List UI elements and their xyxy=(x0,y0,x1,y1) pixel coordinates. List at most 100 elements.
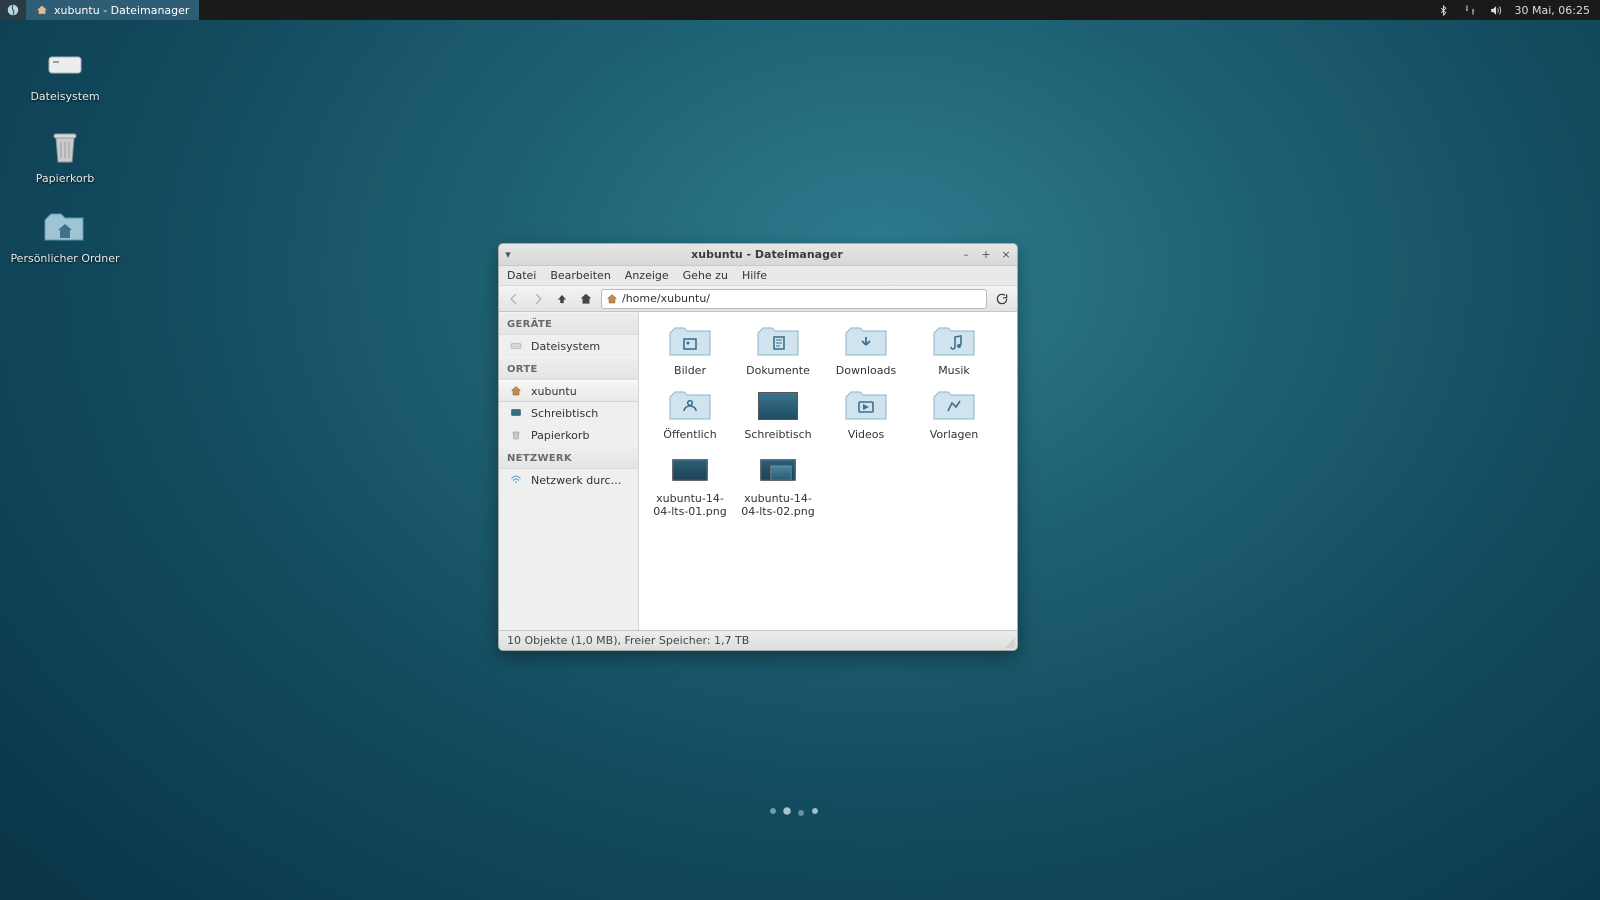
sidebar-item-label: Netzwerk durchsu… xyxy=(531,474,628,487)
desktop-icon-trash[interactable]: Papierkorb xyxy=(10,130,120,185)
bluetooth-icon[interactable] xyxy=(1437,3,1451,17)
volume-icon[interactable] xyxy=(1489,3,1503,17)
arrow-right-icon xyxy=(531,292,545,306)
menu-help[interactable]: Hilfe xyxy=(742,269,767,282)
sidebar-item-xubuntu[interactable]: xubuntu xyxy=(499,380,638,402)
folder-desktop-icon xyxy=(756,388,800,424)
reload-icon xyxy=(995,292,1009,306)
menu-go[interactable]: Gehe zu xyxy=(683,269,728,282)
desktop-icon xyxy=(509,406,523,420)
sidebar-head-places: ORTE xyxy=(499,357,638,380)
back-button[interactable] xyxy=(505,290,523,308)
applications-menu-button[interactable] xyxy=(0,0,26,20)
menu-file[interactable]: Datei xyxy=(507,269,536,282)
window-controls: – + × xyxy=(959,244,1013,265)
file-label: Vorlagen xyxy=(930,428,978,442)
folder-videos[interactable]: Videos xyxy=(823,388,909,442)
file-label: Musik xyxy=(938,364,970,378)
file-label: Öffentlich xyxy=(663,428,716,442)
sidebar-item-filesystem[interactable]: Dateisystem xyxy=(499,335,638,357)
system-tray: 30 Mai, 06:25 xyxy=(1427,0,1600,20)
menubar: Datei Bearbeiten Anzeige Gehe zu Hilfe xyxy=(499,266,1017,286)
icon-grid: Bilder Dokumente Downloads xyxy=(647,324,1009,519)
panel-left: xubuntu - Dateimanager xyxy=(0,0,199,20)
folder-dokumente[interactable]: Dokumente xyxy=(735,324,821,378)
file-label: Dokumente xyxy=(746,364,810,378)
drive-icon xyxy=(509,339,523,353)
titlebar[interactable]: ▾ xubuntu - Dateimanager – + × xyxy=(499,244,1017,266)
file-label: Schreibtisch xyxy=(744,428,811,442)
folder-bilder[interactable]: Bilder xyxy=(647,324,733,378)
sidebar-item-desktop[interactable]: Schreibtisch xyxy=(499,402,638,424)
file-view[interactable]: Bilder Dokumente Downloads xyxy=(639,312,1017,630)
folder-downloads-icon xyxy=(844,324,888,360)
folder-public-icon xyxy=(668,388,712,424)
arrow-left-icon xyxy=(507,292,521,306)
location-bar[interactable]: /home/xubuntu/ xyxy=(601,289,987,309)
sidebar-item-label: Dateisystem xyxy=(531,340,628,353)
resize-grip[interactable] xyxy=(1005,638,1015,648)
sidebar-item-trash[interactable]: Papierkorb xyxy=(499,424,638,446)
file-label: Downloads xyxy=(836,364,896,378)
taskbar-item-file-manager[interactable]: xubuntu - Dateimanager xyxy=(26,0,199,20)
file-screenshot-2[interactable]: xubuntu-14-04-lts-02.png xyxy=(735,452,821,520)
sidebar-head-devices: GERÄTE xyxy=(499,312,638,335)
home-icon xyxy=(36,4,48,16)
file-label: Videos xyxy=(848,428,885,442)
sidebar-item-label: Schreibtisch xyxy=(531,407,628,420)
folder-vorlagen[interactable]: Vorlagen xyxy=(911,388,997,442)
file-label: Bilder xyxy=(674,364,706,378)
folder-oeffentlich[interactable]: Öffentlich xyxy=(647,388,733,442)
file-screenshot-1[interactable]: xubuntu-14-04-lts-01.png xyxy=(647,452,733,520)
home-icon xyxy=(509,384,523,398)
window-body: GERÄTE Dateisystem ORTE xubuntu Schreibt… xyxy=(499,312,1017,630)
sidebar-item-browse-network[interactable]: Netzwerk durchsu… xyxy=(499,469,638,491)
folder-videos-icon xyxy=(844,388,888,424)
close-button[interactable]: × xyxy=(999,248,1013,261)
desktop-icon-home-folder[interactable]: Persönlicher Ordner xyxy=(10,210,120,265)
folder-music-icon xyxy=(932,324,976,360)
sidebar-head-network: NETZWERK xyxy=(499,446,638,469)
folder-templates-icon xyxy=(932,388,976,424)
folder-schreibtisch[interactable]: Schreibtisch xyxy=(735,388,821,442)
window-menu-icon[interactable]: ▾ xyxy=(499,248,517,261)
drive-icon xyxy=(43,48,87,84)
clock[interactable]: 30 Mai, 06:25 xyxy=(1515,4,1590,17)
home-icon xyxy=(579,292,593,306)
minimize-button[interactable]: – xyxy=(959,248,973,261)
maximize-button[interactable]: + xyxy=(979,248,993,261)
sidebar-item-label: xubuntu xyxy=(531,385,628,398)
folder-documents-icon xyxy=(756,324,800,360)
reload-button[interactable] xyxy=(993,290,1011,308)
trash-icon xyxy=(43,130,87,166)
sidebar-item-label: Papierkorb xyxy=(531,429,628,442)
desktop-icon-filesystem[interactable]: Dateisystem xyxy=(10,48,120,103)
folder-musik[interactable]: Musik xyxy=(911,324,997,378)
network-icon[interactable] xyxy=(1463,3,1477,17)
location-path: /home/xubuntu/ xyxy=(622,292,710,305)
arrow-up-icon xyxy=(555,292,569,306)
statusbar: 10 Objekte (1,0 MB), Freier Speicher: 1,… xyxy=(499,630,1017,650)
image-thumbnail-icon xyxy=(668,452,712,488)
up-button[interactable] xyxy=(553,290,571,308)
menu-edit[interactable]: Bearbeiten xyxy=(550,269,610,282)
folder-downloads[interactable]: Downloads xyxy=(823,324,909,378)
menu-view[interactable]: Anzeige xyxy=(625,269,669,282)
file-label: xubuntu-14-04-lts-01.png xyxy=(648,492,732,520)
trash-icon xyxy=(509,428,523,442)
file-manager-window: ▾ xubuntu - Dateimanager – + × Datei Bea… xyxy=(498,243,1018,651)
forward-button[interactable] xyxy=(529,290,547,308)
home-icon xyxy=(606,293,618,305)
desktop-icon-label: Dateisystem xyxy=(30,90,99,103)
desktop-icon-label: Persönlicher Ordner xyxy=(10,252,119,265)
taskbar-item-label: xubuntu - Dateimanager xyxy=(54,4,189,17)
home-button[interactable] xyxy=(577,290,595,308)
desktop: xubuntu - Dateimanager 30 Mai, 06:25 Dat… xyxy=(0,0,1600,900)
top-panel: xubuntu - Dateimanager 30 Mai, 06:25 xyxy=(0,0,1600,20)
sidebar: GERÄTE Dateisystem ORTE xubuntu Schreibt… xyxy=(499,312,639,630)
toolbar: /home/xubuntu/ xyxy=(499,286,1017,312)
wifi-icon xyxy=(509,473,523,487)
folder-home-icon xyxy=(43,210,87,246)
window-title: xubuntu - Dateimanager xyxy=(517,248,1017,261)
statusbar-text: 10 Objekte (1,0 MB), Freier Speicher: 1,… xyxy=(507,634,749,647)
